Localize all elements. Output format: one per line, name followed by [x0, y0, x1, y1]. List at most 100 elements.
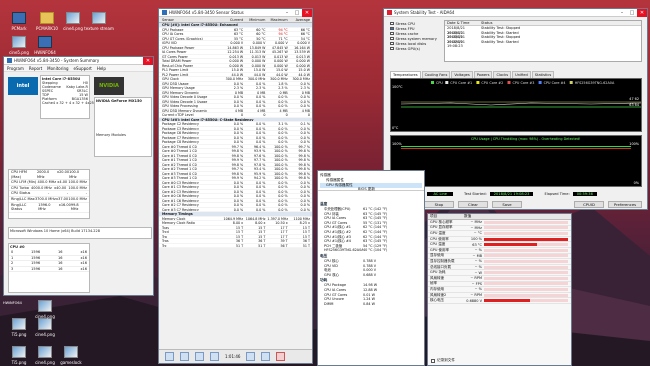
menu-program[interactable]: Program	[7, 66, 24, 71]
aida-sensor-row[interactable]: DIMM 0.84 W	[318, 302, 424, 307]
sensor-status-window[interactable]: HWiNFO64 v5.84-3450 Sensor Status – □ ✕ …	[158, 8, 313, 364]
sensor-cell-av: 99.8 %	[298, 176, 310, 180]
sensor-cell-c: 0.0 %	[233, 99, 244, 103]
desktop-icon[interactable]: HWiNFO64	[30, 36, 60, 55]
desktop-icon[interactable]: gameslock	[56, 346, 86, 365]
legend-swatch[interactable]	[445, 81, 449, 84]
forward-icon[interactable]	[180, 352, 189, 361]
sensor-cell-mi: 51 T	[258, 243, 266, 247]
save-button[interactable]: Save	[492, 201, 522, 208]
sensor-cell-c: 44.0 W	[231, 72, 244, 76]
stop-button[interactable]: Stop	[424, 201, 454, 208]
aida-sensor-window[interactable]: 传感器 传感器属性 GPU 传感器属性 BIOS 更新 温度 中央处理器(CPU)…	[317, 170, 425, 366]
legend-swatch[interactable]	[507, 81, 511, 84]
hwinfo-summary-window[interactable]: HWiNFO64 v5.84-3450 - System Summary ✕ P…	[3, 56, 154, 296]
mon-col-item[interactable]: 项目	[428, 214, 464, 219]
top-max-label: 100°C	[392, 85, 403, 89]
minimize-icon[interactable]: –	[282, 9, 292, 17]
col-minimum[interactable]: Minimum	[245, 18, 267, 22]
legend-swatch[interactable]	[476, 81, 480, 84]
settings-icon[interactable]	[261, 352, 271, 361]
menu-monitoring[interactable]: Monitoring	[47, 66, 68, 71]
mon-col-value[interactable]: 数值	[464, 214, 471, 219]
tab-temperatures[interactable]: Temperatures	[390, 71, 421, 78]
minimize-icon[interactable]: –	[617, 9, 627, 17]
sensor-cell-ma: 17 T	[280, 234, 288, 238]
legend-swatch[interactable]	[431, 81, 434, 84]
col-sensor[interactable]: Sensor	[159, 18, 223, 22]
close-icon[interactable]: ✕	[302, 9, 312, 17]
log-col-status[interactable]: Status	[481, 21, 492, 25]
col-current[interactable]: Current	[223, 18, 245, 22]
record-checkbox[interactable]	[431, 358, 435, 363]
tab-voltages[interactable]: Voltages	[451, 71, 473, 78]
close-icon[interactable]: ✕	[637, 9, 647, 17]
tab-statistics[interactable]: Statistics	[531, 71, 555, 78]
sensor-titlebar[interactable]: HWiNFO64 v5.84-3450 Sensor Status – □ ✕	[159, 9, 312, 17]
checkbox[interactable]	[390, 36, 394, 41]
reset-icon[interactable]	[276, 352, 286, 361]
back-icon[interactable]	[165, 352, 174, 361]
menu-help[interactable]: Help	[97, 66, 106, 71]
sensor-cell-s: CPU Package Power	[162, 45, 195, 49]
aida-sensor-row[interactable]: HFS256G39TNG-62A0A 40 °C (104 °F)	[318, 248, 424, 253]
hwinfo-summary-titlebar[interactable]: HWiNFO64 v5.84-3450 - System Summary ✕	[4, 57, 153, 65]
sensor-cell-av: 99.8 %	[298, 167, 310, 171]
log-icon[interactable]	[246, 352, 256, 361]
tab-clocks[interactable]: Clocks	[493, 71, 512, 78]
aida-sensor-row[interactable]: GPU 核心 0.688 V	[318, 273, 424, 278]
close-icon[interactable]: ✕	[143, 57, 153, 65]
preferences-button[interactable]: Preferences	[608, 201, 642, 208]
network-icon[interactable]	[195, 352, 204, 361]
menu-report[interactable]: Report	[29, 66, 42, 71]
checkbox[interactable]	[390, 31, 394, 36]
monitor-value: 100 %	[470, 237, 482, 242]
sensor-cell-c: 0.0 %	[233, 194, 244, 198]
clear-button[interactable]: Clear	[458, 201, 488, 208]
col-average[interactable]: Average	[290, 18, 312, 22]
sensor-cell-c: 0.0 %	[233, 140, 244, 144]
col-maximum[interactable]: Maximum	[267, 18, 289, 22]
tab-unified[interactable]: Unified	[512, 71, 531, 78]
checkbox[interactable]	[390, 26, 394, 31]
stress-check[interactable]: Stress GPU(s)	[390, 46, 440, 51]
tab-cooling-fans[interactable]: Cooling Fans	[421, 71, 451, 78]
sensor-cell-c: 0.0 %	[233, 95, 244, 99]
op-point-m: x40.00	[54, 185, 67, 190]
sensor-row[interactable]: Trc 51 T 51 T 56 T 51 T	[159, 243, 312, 248]
bios-update-link[interactable]: BIOS 更新	[358, 187, 375, 192]
clock-icon[interactable]	[210, 352, 219, 361]
record-to-file[interactable]: 记录到文件	[431, 358, 455, 363]
log-col-time[interactable]: Date & Time	[445, 21, 481, 25]
checkbox[interactable]	[390, 41, 394, 46]
sensor-cell-mi: 2.3 %	[255, 86, 266, 90]
checkbox[interactable]	[390, 21, 394, 26]
stress-check[interactable]: Stress system memory	[390, 36, 440, 41]
checkbox[interactable]	[390, 46, 394, 51]
sensor-cell-mi: 0.0 %	[255, 180, 266, 184]
desktop-icon[interactable]: texture stream	[84, 12, 114, 31]
log-row[interactable]: 2018/8/21 19:08:23 Stability Test: Starte…	[445, 40, 641, 49]
desktop-icon[interactable]: cine4.png	[30, 318, 60, 337]
monitor-window[interactable]: 项目 数值 GPU 核心频率 ~ MHz GPU 显存频率 ~ MHz GPU 温度 ~ …	[427, 213, 572, 366]
cpuid-button[interactable]: CPUID	[574, 201, 604, 208]
sensor-cell-mi: 0	[263, 113, 266, 117]
maximize-icon[interactable]: □	[292, 9, 302, 17]
stability-titlebar[interactable]: System Stability Test - AIDA64 – □ ✕	[384, 9, 647, 17]
legend-swatch[interactable]	[569, 81, 573, 84]
taskbar-hwinfo-label[interactable]: HWiNFO64	[3, 301, 22, 305]
app-file-icon	[12, 12, 26, 24]
menu-esupport[interactable]: eSupport	[74, 66, 92, 71]
monitor-value: ~ %	[474, 287, 482, 292]
legend-label: CPU Core #1	[450, 81, 472, 85]
desktop-icon[interactable]: PCMark	[4, 12, 34, 31]
monitor-row[interactable]: 核心电压 0.6880 V	[428, 298, 571, 304]
sensor-cell-av: 44.0 W	[298, 72, 310, 76]
legend-swatch[interactable]	[538, 81, 542, 84]
maximize-icon[interactable]: □	[627, 9, 637, 17]
tab-powers[interactable]: Powers	[473, 71, 493, 78]
sensor-cell-c: 0.0 %	[233, 189, 244, 193]
window-title: HWiNFO64 v5.84-3450 Sensor Status	[169, 10, 244, 15]
desktop-icon[interactable]: cine4.png	[30, 300, 60, 319]
clock-clock: 1596	[31, 266, 41, 271]
